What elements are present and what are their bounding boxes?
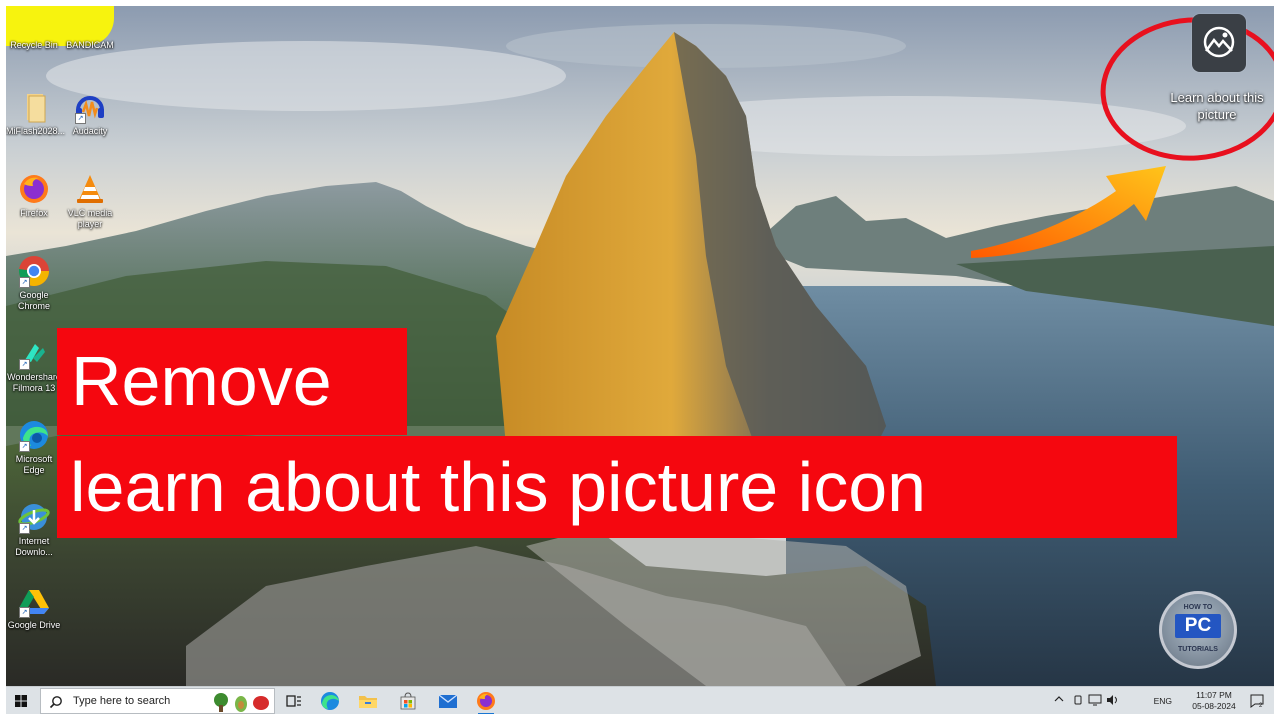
- taskbar-file-explorer-button[interactable]: [356, 689, 380, 713]
- desktop-icon-idm[interactable]: ↗ Internet Downlo...: [6, 500, 62, 558]
- search-icon: [49, 696, 62, 709]
- firefox-icon: [477, 692, 495, 710]
- volume-icon[interactable]: [1106, 694, 1120, 708]
- desktop-icon-recycle-bin[interactable]: Recycle Bin: [6, 40, 62, 51]
- vlc-icon: [73, 172, 107, 206]
- filmora-icon: ↗: [17, 336, 51, 370]
- shortcut-arrow-icon: ↗: [75, 113, 86, 124]
- desktop-icon-label: BANDICAM: [66, 40, 114, 50]
- chrome-icon: ↗: [17, 254, 51, 288]
- store-icon: [400, 692, 416, 710]
- desktop-icon-label: Firefox: [20, 208, 48, 218]
- taskbar-edge-button[interactable]: [318, 689, 342, 713]
- edge-icon: [321, 692, 339, 710]
- idm-icon: ↗: [17, 500, 51, 534]
- task-view-button[interactable]: [282, 689, 306, 713]
- edge-icon: ↗: [17, 418, 51, 452]
- desktop-icon-label: Google Drive: [7, 620, 61, 630]
- shortcut-arrow-icon: ↗: [19, 359, 30, 370]
- shortcut-arrow-icon: ↗: [19, 523, 30, 534]
- desktop: Recycle Bin BANDICAM MiFlash2028... ↗ Au…: [6, 6, 1274, 714]
- notifications-icon[interactable]: 2: [1250, 694, 1264, 710]
- taskbar-mail-button[interactable]: [436, 689, 460, 713]
- start-button[interactable]: [6, 687, 36, 714]
- channel-watermark: HOW TO PC TUTORIALS: [1159, 591, 1237, 669]
- desktop-icon-label: VLC media player: [67, 208, 113, 229]
- title-line-2: learn about this picture icon: [57, 436, 1177, 538]
- clock-date: 05-08-2024: [1192, 701, 1236, 711]
- desktop-icon-label: Internet Downlo...: [15, 536, 53, 557]
- desktop-icon-vlc[interactable]: VLC media player: [62, 172, 118, 230]
- windows-logo-icon: [15, 695, 27, 707]
- title-line-1: Remove: [57, 328, 407, 435]
- network-icon[interactable]: [1088, 694, 1102, 708]
- camera-pin-icon: [1203, 26, 1235, 58]
- firefox-icon: [17, 172, 51, 206]
- desktop-icon-miflash[interactable]: MiFlash2028...: [6, 90, 66, 137]
- clock-time: 11:07 PM: [1196, 690, 1232, 700]
- folder-icon: [359, 696, 377, 708]
- shortcut-arrow-icon: ↗: [19, 607, 30, 618]
- taskbar: Type here to search ENG 11:07 PM 05-08-2…: [6, 686, 1274, 714]
- desktop-icon-bandicam[interactable]: BANDICAM: [62, 40, 118, 51]
- desktop-icon-label: Audacity: [72, 126, 108, 136]
- desktop-icon-label: MiFlash2028...: [6, 126, 66, 136]
- desktop-icon-edge[interactable]: ↗ Microsoft Edge: [6, 418, 62, 476]
- learn-about-this-picture-button[interactable]: [1192, 14, 1246, 72]
- watermark-pc-text: PC: [1175, 614, 1221, 638]
- shortcut-arrow-icon: ↗: [19, 277, 30, 288]
- desktop-icon-label: Microsoft Edge: [15, 454, 53, 475]
- mail-icon: [438, 694, 458, 708]
- search-placeholder: Type here to search: [73, 695, 171, 707]
- desktop-icon-label: Recycle Bin: [10, 40, 58, 50]
- system-tray: ENG 11:07 PM 05-08-2024 2: [1048, 687, 1268, 714]
- desktop-icon-label: Wondershare Filmora 13: [7, 372, 61, 393]
- desktop-icon-firefox[interactable]: Firefox: [6, 172, 62, 219]
- desktop-icon-label: Google Chrome: [17, 290, 50, 311]
- desktop-icon-filmora[interactable]: ↗ Wondershare Filmora 13: [6, 336, 62, 394]
- task-view-icon: [286, 695, 301, 707]
- learn-about-label[interactable]: Learn about this picture: [1166, 89, 1268, 123]
- usb-device-icon[interactable]: [1072, 694, 1084, 708]
- language-indicator[interactable]: ENG: [1154, 696, 1172, 706]
- taskbar-search-box[interactable]: Type here to search: [40, 688, 275, 714]
- google-drive-icon: ↗: [17, 584, 51, 618]
- watermark-bottom-text: TUTORIALS: [1178, 646, 1218, 653]
- shortcut-arrow-icon: ↗: [19, 441, 30, 452]
- taskbar-firefox-button[interactable]: [474, 689, 498, 714]
- search-highlight-icon: [214, 693, 269, 712]
- folder-icon: [17, 90, 51, 124]
- desktop-icon-chrome[interactable]: ↗ Google Chrome: [6, 254, 62, 312]
- desktop-icon-google-drive[interactable]: ↗ Google Drive: [6, 584, 62, 631]
- watermark-top-text: HOW TO: [1183, 604, 1213, 611]
- desktop-icon-audacity[interactable]: ↗ Audacity: [62, 90, 118, 137]
- audacity-icon: ↗: [73, 90, 107, 124]
- show-hidden-icons-chevron-icon[interactable]: [1054, 694, 1064, 706]
- clock[interactable]: 11:07 PM 05-08-2024: [1186, 690, 1242, 712]
- taskbar-store-button[interactable]: [396, 689, 420, 713]
